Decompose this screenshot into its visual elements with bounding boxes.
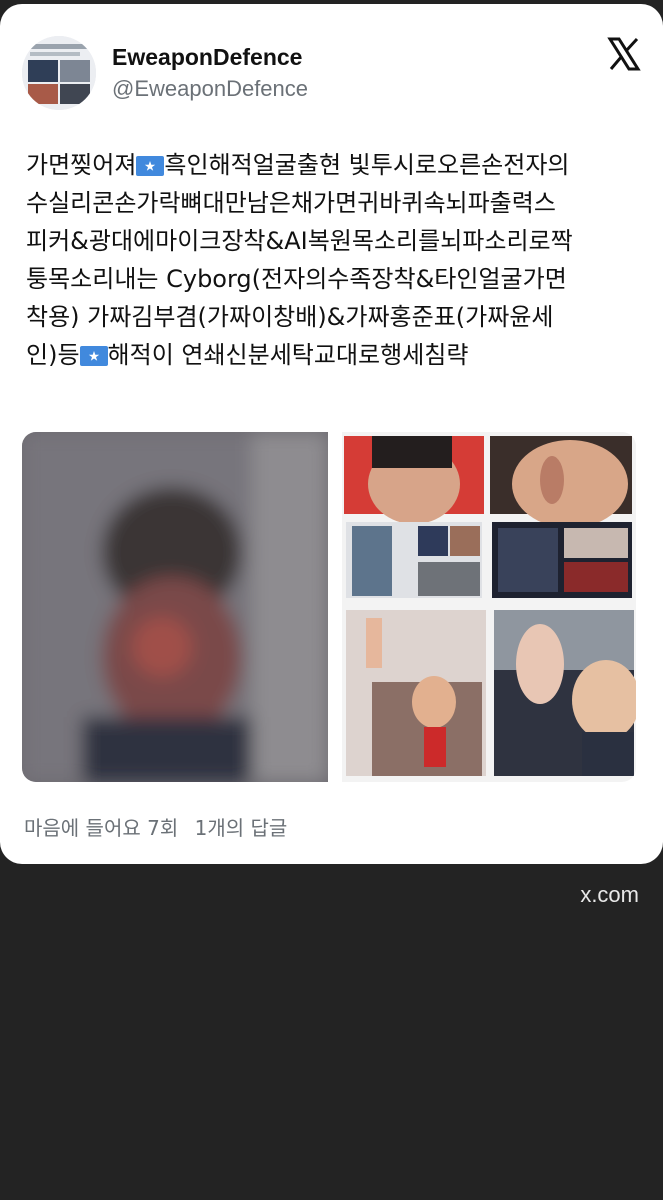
post-text-line: 해적이 연쇄신분세탁교대로행세침략 — [107, 341, 469, 369]
photo-collage[interactable] — [342, 432, 636, 782]
post-text-line: 착용) 가짜김부겸(가짜이창배)&가짜홍준표(가짜윤세 — [26, 303, 554, 331]
somalia-flag-icon — [79, 346, 108, 366]
post-text-line: 퉁목소리내는 Cyborg(전자의수족장착&타인얼굴가면 — [26, 265, 567, 293]
display-name[interactable]: EweaponDefence — [112, 44, 302, 71]
likes-count[interactable]: 마음에 들어요 7회 — [24, 816, 178, 840]
source-domain[interactable]: x.com — [580, 882, 639, 908]
engagement-stats: 마음에 들어요 7회 1개의 답글 — [24, 812, 297, 841]
blurry-photo[interactable] — [22, 432, 328, 782]
post-text-line: 가면찢어져 — [26, 151, 137, 179]
avatar[interactable] — [22, 36, 96, 110]
post-text-line: 피커&광대에마이크장착&AI복원목소리를뇌파소리로짝 — [26, 227, 573, 255]
avatar-collage-image — [22, 36, 96, 110]
post-text-line: 인)등 — [26, 341, 80, 369]
post-card[interactable]: EweaponDefence @EweaponDefence 가면찢어져 흑인해적… — [0, 4, 663, 864]
media-attachment[interactable] — [22, 432, 636, 782]
somalia-flag-icon — [136, 156, 165, 176]
post-text: 가면찢어져 흑인해적얼굴출현 빛투시로오른손전자의 수실리콘손가락뼈대만남은채가면… — [26, 146, 646, 374]
post-text-line: 흑인해적얼굴출현 빛투시로오른손전자의 — [164, 151, 570, 179]
user-handle[interactable]: @EweaponDefence — [112, 76, 308, 102]
x-logo-icon[interactable] — [604, 34, 644, 74]
post-text-line: 수실리콘손가락뼈대만남은채가면귀바퀴속뇌파출력스 — [26, 189, 556, 217]
replies-count[interactable]: 1개의 답글 — [195, 816, 288, 840]
